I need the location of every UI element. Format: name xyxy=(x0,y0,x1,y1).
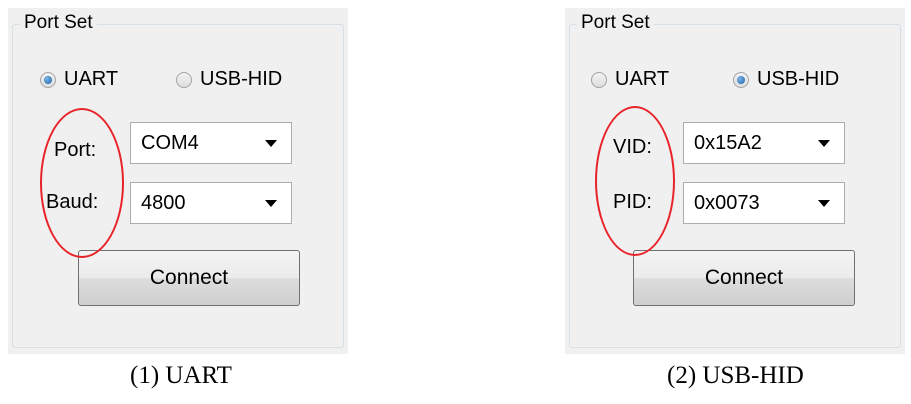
radio-uart-label: UART xyxy=(615,68,670,90)
group-title: Port Set xyxy=(577,11,654,35)
caption-uart: (1) UART xyxy=(130,362,232,389)
radio-unchecked-icon xyxy=(591,71,607,88)
connect-button[interactable]: Connect xyxy=(78,250,300,306)
chevron-down-icon[interactable] xyxy=(265,139,277,147)
port-set-panel-usb-hid: Port Set UART USB-HID VID: 0x15A2 PID: 0… xyxy=(565,8,905,354)
radio-usb-hid[interactable]: USB-HID xyxy=(176,68,282,91)
vid-select-value: 0x15A2 xyxy=(694,131,762,154)
radio-usb-hid-label: USB-HID xyxy=(757,68,840,90)
pid-select-value: 0x0073 xyxy=(694,191,760,214)
radio-uart[interactable]: UART xyxy=(40,68,118,91)
group-title: Port Set xyxy=(20,11,97,35)
radio-usb-hid[interactable]: USB-HID xyxy=(733,68,839,91)
radio-usb-hid-label: USB-HID xyxy=(200,68,283,90)
connect-button[interactable]: Connect xyxy=(633,250,855,306)
pid-label: PID: xyxy=(613,191,652,213)
radio-unchecked-icon xyxy=(176,71,192,88)
baud-select[interactable]: 4800 xyxy=(130,182,292,224)
port-select[interactable]: COM4 xyxy=(130,122,292,164)
caption-usb-hid: (2) USB-HID xyxy=(667,362,804,389)
baud-select-value: 4800 xyxy=(141,191,186,214)
radio-checked-icon xyxy=(40,71,56,88)
port-select-value: COM4 xyxy=(141,131,199,154)
vid-label: VID: xyxy=(613,136,652,158)
vid-select[interactable]: 0x15A2 xyxy=(683,122,845,164)
radio-checked-icon xyxy=(733,71,749,88)
pid-select[interactable]: 0x0073 xyxy=(683,182,845,224)
port-set-panel-uart: Port Set UART USB-HID Port: COM4 Baud: 4… xyxy=(8,8,348,354)
chevron-down-icon[interactable] xyxy=(265,199,277,207)
chevron-down-icon[interactable] xyxy=(818,199,830,207)
baud-label: Baud: xyxy=(46,191,99,213)
port-label: Port: xyxy=(54,139,97,161)
chevron-down-icon[interactable] xyxy=(818,139,830,147)
radio-uart[interactable]: UART xyxy=(591,68,669,91)
radio-uart-label: UART xyxy=(64,68,119,90)
